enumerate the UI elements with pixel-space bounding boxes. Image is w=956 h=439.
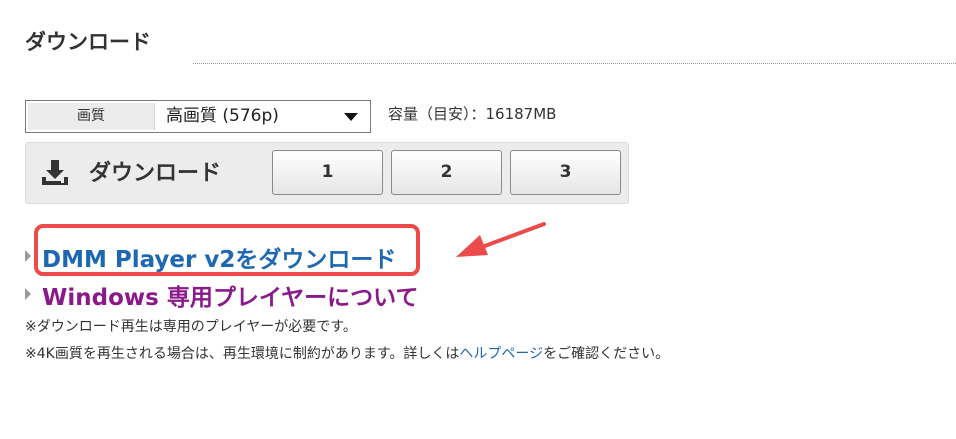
title-divider	[193, 63, 956, 64]
triangle-right-icon	[25, 288, 31, 300]
download-panel: ダウンロード 1 2 3	[25, 142, 629, 204]
capacity-text: 容量（目安）：16187MB	[388, 105, 557, 123]
section-title: ダウンロード	[25, 30, 151, 54]
quality-selected-value: 高画質 (576p)	[166, 106, 279, 126]
note-line-1: ※ダウンロード再生は専用のプレイヤーが必要です。	[25, 319, 357, 335]
download-icon	[42, 160, 68, 185]
note-line-2-text: ※4K画質を再生される場合は、再生環境に制約があります。詳しくは	[25, 346, 460, 362]
part-2-button[interactable]: 2	[391, 150, 502, 195]
windows-player-link[interactable]: Windows 専用プレイヤーについて	[42, 278, 418, 312]
quality-label: 画質	[28, 103, 155, 130]
quality-selector: 画質 高画質 (576p)	[25, 100, 371, 133]
part-1-button[interactable]: 1	[272, 150, 383, 195]
quality-select[interactable]: 高画質 (576p)	[156, 101, 370, 132]
note-line-2-suffix: をご確認ください。	[543, 346, 670, 362]
caret-down-icon	[344, 113, 358, 121]
triangle-right-icon	[25, 250, 31, 262]
download-label: ダウンロード	[89, 161, 222, 186]
highlight-box	[34, 224, 420, 276]
arrow-icon	[456, 222, 546, 257]
help-page-link[interactable]: ヘルプページ	[459, 346, 543, 362]
note-line-2: ※4K画質を再生される場合は、再生環境に制約があります。詳しくはヘルプページをご…	[25, 343, 669, 363]
part-3-button[interactable]: 3	[510, 150, 621, 195]
